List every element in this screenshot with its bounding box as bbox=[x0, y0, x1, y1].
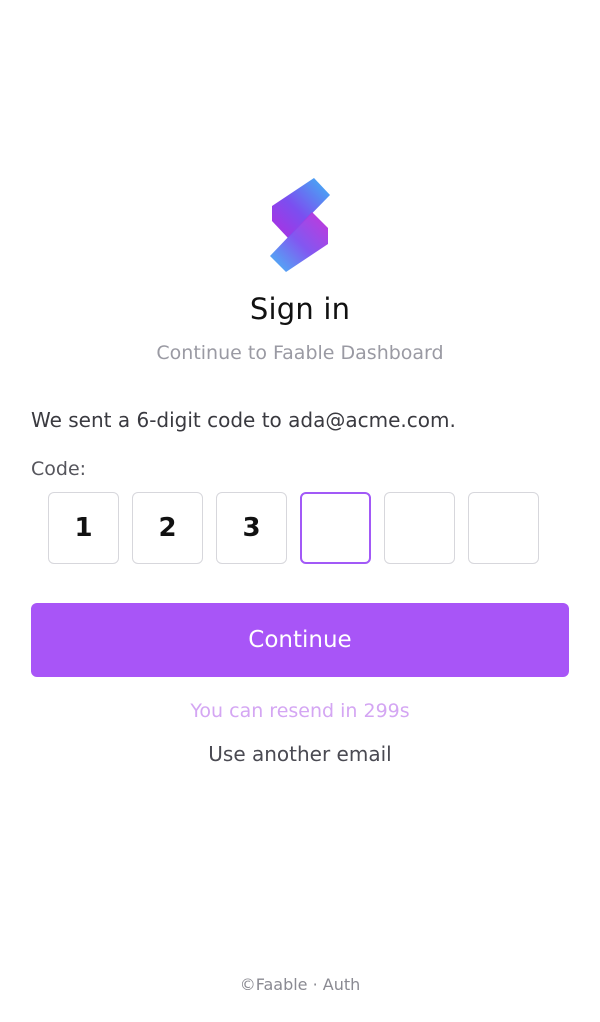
code-digit-input-5[interactable] bbox=[384, 492, 455, 564]
code-input-group: 1 2 3 bbox=[48, 492, 539, 564]
code-digit-input-6[interactable] bbox=[468, 492, 539, 564]
page-subtitle: Continue to Faable Dashboard bbox=[156, 342, 444, 364]
code-sent-message: We sent a 6-digit code to ada@acme.com. bbox=[31, 408, 456, 432]
resend-countdown: You can resend in 299s bbox=[190, 700, 410, 722]
code-digit-input-4[interactable] bbox=[300, 492, 371, 564]
faable-logo-icon bbox=[270, 178, 330, 272]
page-title: Sign in bbox=[249, 292, 351, 326]
code-digit-input-2[interactable]: 2 bbox=[132, 492, 203, 564]
code-digit-input-1[interactable]: 1 bbox=[48, 492, 119, 564]
continue-button[interactable]: Continue bbox=[31, 603, 569, 677]
sign-in-page: Sign in Continue to Faable Dashboard We … bbox=[0, 0, 600, 1022]
use-another-email-link[interactable]: Use another email bbox=[0, 742, 600, 766]
footer-text: ©Faable · Auth bbox=[239, 975, 361, 994]
code-digit-input-3[interactable]: 3 bbox=[216, 492, 287, 564]
code-label: Code: bbox=[31, 458, 87, 480]
